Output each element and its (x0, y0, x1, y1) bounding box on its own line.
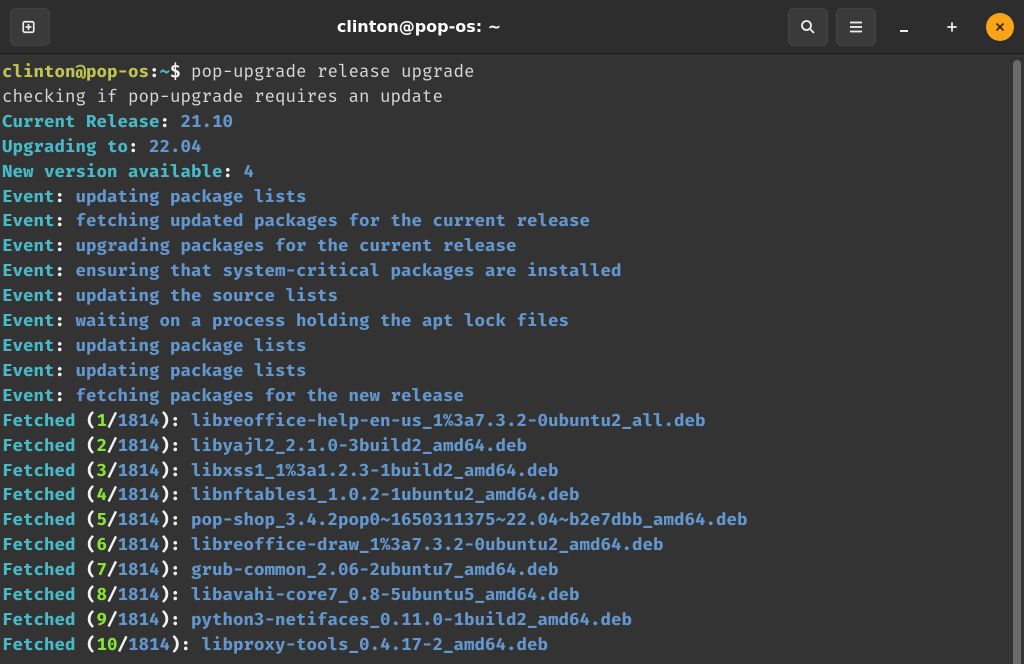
event-line: Event: ensuring that system-critical pac… (2, 259, 1022, 284)
fetch-line: Fetched (3/1814): libxss1_1%3a1.2.3-1bui… (2, 459, 1022, 484)
scrollbar[interactable] (1013, 60, 1021, 664)
fetch-line: Fetched (2/1814): libyajl2_2.1.0-3build2… (2, 434, 1022, 459)
fetch-line: Fetched (9/1814): python3-netifaces_0.11… (2, 608, 1022, 633)
fetch-line: Fetched (7/1814): grub-common_2.06-2ubun… (2, 558, 1022, 583)
fetch-line: Fetched (6/1814): libreoffice-draw_1%3a7… (2, 533, 1022, 558)
event-line: Event: updating package lists (2, 334, 1022, 359)
new-tab-button[interactable] (10, 8, 50, 46)
prompt-line: clinton@pop-os:~$ pop-upgrade release up… (2, 60, 1022, 85)
event-line: Event: upgrading packages for the curren… (2, 234, 1022, 259)
fetch-line: Fetched (5/1814): pop-shop_3.4.2pop0~165… (2, 508, 1022, 533)
terminal-body[interactable]: clinton@pop-os:~$ pop-upgrade release up… (0, 54, 1024, 664)
event-line: Event: fetching packages for the new rel… (2, 384, 1022, 409)
event-line: Event: updating package lists (2, 359, 1022, 384)
kv-line: Upgrading to: 22.04 (2, 135, 1022, 160)
titlebar: clinton@pop-os: ~ (0, 0, 1024, 54)
event-line: Event: waiting on a process holding the … (2, 309, 1022, 334)
event-line: Event: updating the source lists (2, 284, 1022, 309)
event-line: Event: updating package lists (2, 185, 1022, 210)
event-line: Event: fetching updated packages for the… (2, 209, 1022, 234)
maximize-button[interactable] (932, 8, 972, 46)
fetch-line: Fetched (8/1814): libavahi-core7_0.8-5ub… (2, 583, 1022, 608)
minimize-button[interactable] (884, 8, 924, 46)
kv-line: New version available: 4 (2, 160, 1022, 185)
search-button[interactable] (788, 8, 828, 46)
terminal-window: clinton@pop-os: ~ (0, 0, 1024, 664)
fetch-line: Fetched (1/1814): libreoffice-help-en-us… (2, 409, 1022, 434)
window-title: clinton@pop-os: ~ (58, 17, 780, 36)
terminal-output: clinton@pop-os:~$ pop-upgrade release up… (2, 60, 1022, 658)
kv-line: Current Release: 21.10 (2, 110, 1022, 135)
fetch-line: Fetched (10/1814): libproxy-tools_0.4.17… (2, 633, 1022, 658)
output-line: checking if pop-upgrade requires an upda… (2, 85, 1022, 110)
menu-button[interactable] (836, 8, 876, 46)
close-button[interactable] (986, 13, 1014, 41)
fetch-line: Fetched (4/1814): libnftables1_1.0.2-1ub… (2, 483, 1022, 508)
